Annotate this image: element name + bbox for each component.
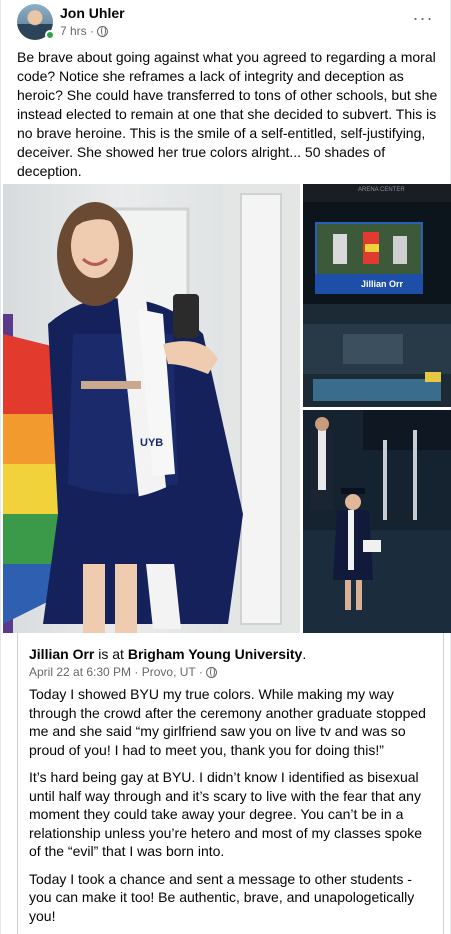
post-card: Jon Uhler 7 hrs · ··· Be brave about goi… [0, 0, 451, 934]
online-status-dot [45, 30, 55, 40]
photo-graduate-walking[interactable] [303, 410, 451, 633]
post-header: Jon Uhler 7 hrs · ··· [1, 0, 451, 44]
stole-text: UYB [140, 437, 163, 449]
shared-post-meta: April 22 at 6:30 PM · Provo, UT · [29, 665, 217, 679]
shared-place[interactable]: Brigham Young University [128, 646, 303, 662]
photo-main[interactable]: UYB [3, 184, 300, 633]
photo-grid: UYB ARENA CENTER Jillian Orr [1, 184, 451, 633]
shared-paragraph: It’s hard being gay at BYU. I didn’t kno… [29, 769, 422, 859]
shared-author[interactable]: Jillian Orr [29, 646, 94, 662]
arena-banner-text: ARENA CENTER [358, 187, 405, 193]
shared-post: Jillian Orr is at Brigham Young Universi… [17, 633, 444, 934]
photo-main-image: UYB [3, 184, 300, 633]
shared-time-location[interactable]: April 22 at 6:30 PM · Provo, UT · [29, 665, 203, 679]
globe-icon [97, 25, 109, 37]
shared-post-body: Today I showed BYU my true colors. While… [29, 685, 429, 934]
post-time[interactable]: 7 hrs · [60, 24, 94, 38]
more-options-button[interactable]: ··· [409, 8, 437, 32]
post-text: Be brave about going against what you ag… [17, 49, 438, 179]
shared-is-at: is at [94, 646, 128, 662]
shared-period: . [302, 646, 307, 662]
globe-icon [205, 666, 217, 678]
photo-arena-image: ARENA CENTER Jillian Orr [303, 184, 451, 407]
post-meta: 7 hrs · [60, 24, 109, 38]
photo-walking-image [303, 410, 451, 633]
shared-post-header: Jillian Orr is at Brigham Young Universi… [29, 646, 306, 662]
shared-paragraph: Today I took a chance and sent a message… [29, 870, 415, 924]
screen-caption: Jillian Orr [361, 279, 404, 289]
photo-arena-screen[interactable]: ARENA CENTER Jillian Orr [303, 184, 451, 407]
author-name[interactable]: Jon Uhler [60, 5, 125, 21]
shared-paragraph: Today I showed BYU my true colors. While… [29, 686, 426, 758]
